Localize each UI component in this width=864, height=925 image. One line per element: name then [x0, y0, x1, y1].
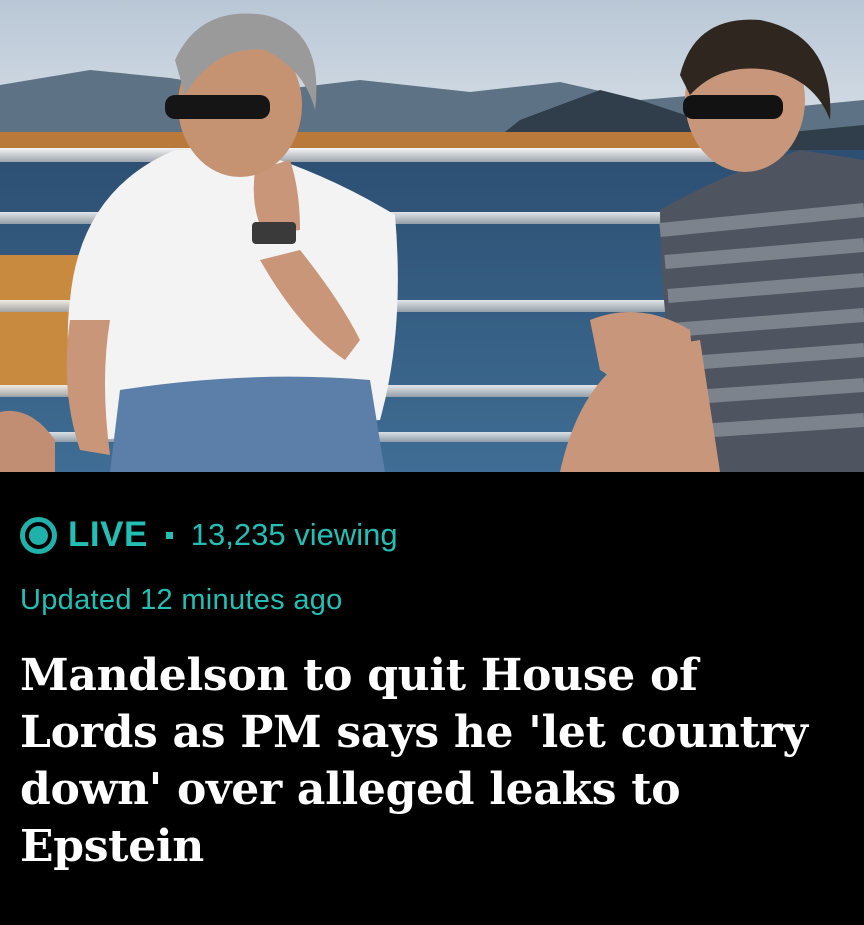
separator-dot — [165, 531, 173, 539]
article-image[interactable] — [0, 0, 864, 472]
viewer-count: 13,235 viewing — [190, 517, 398, 552]
article-headline[interactable]: Mandelson to quit House of Lords as PM s… — [20, 647, 850, 875]
article-card[interactable]: LIVE 13,235 viewing Updated 12 minutes a… — [0, 0, 864, 925]
live-dot-icon — [20, 516, 57, 554]
article-text-panel: LIVE 13,235 viewing Updated 12 minutes a… — [0, 472, 864, 925]
live-label: LIVE — [68, 515, 148, 554]
live-indicator: LIVE 13,235 viewing — [20, 510, 398, 560]
updated-timestamp: Updated 12 minutes ago — [20, 584, 343, 616]
